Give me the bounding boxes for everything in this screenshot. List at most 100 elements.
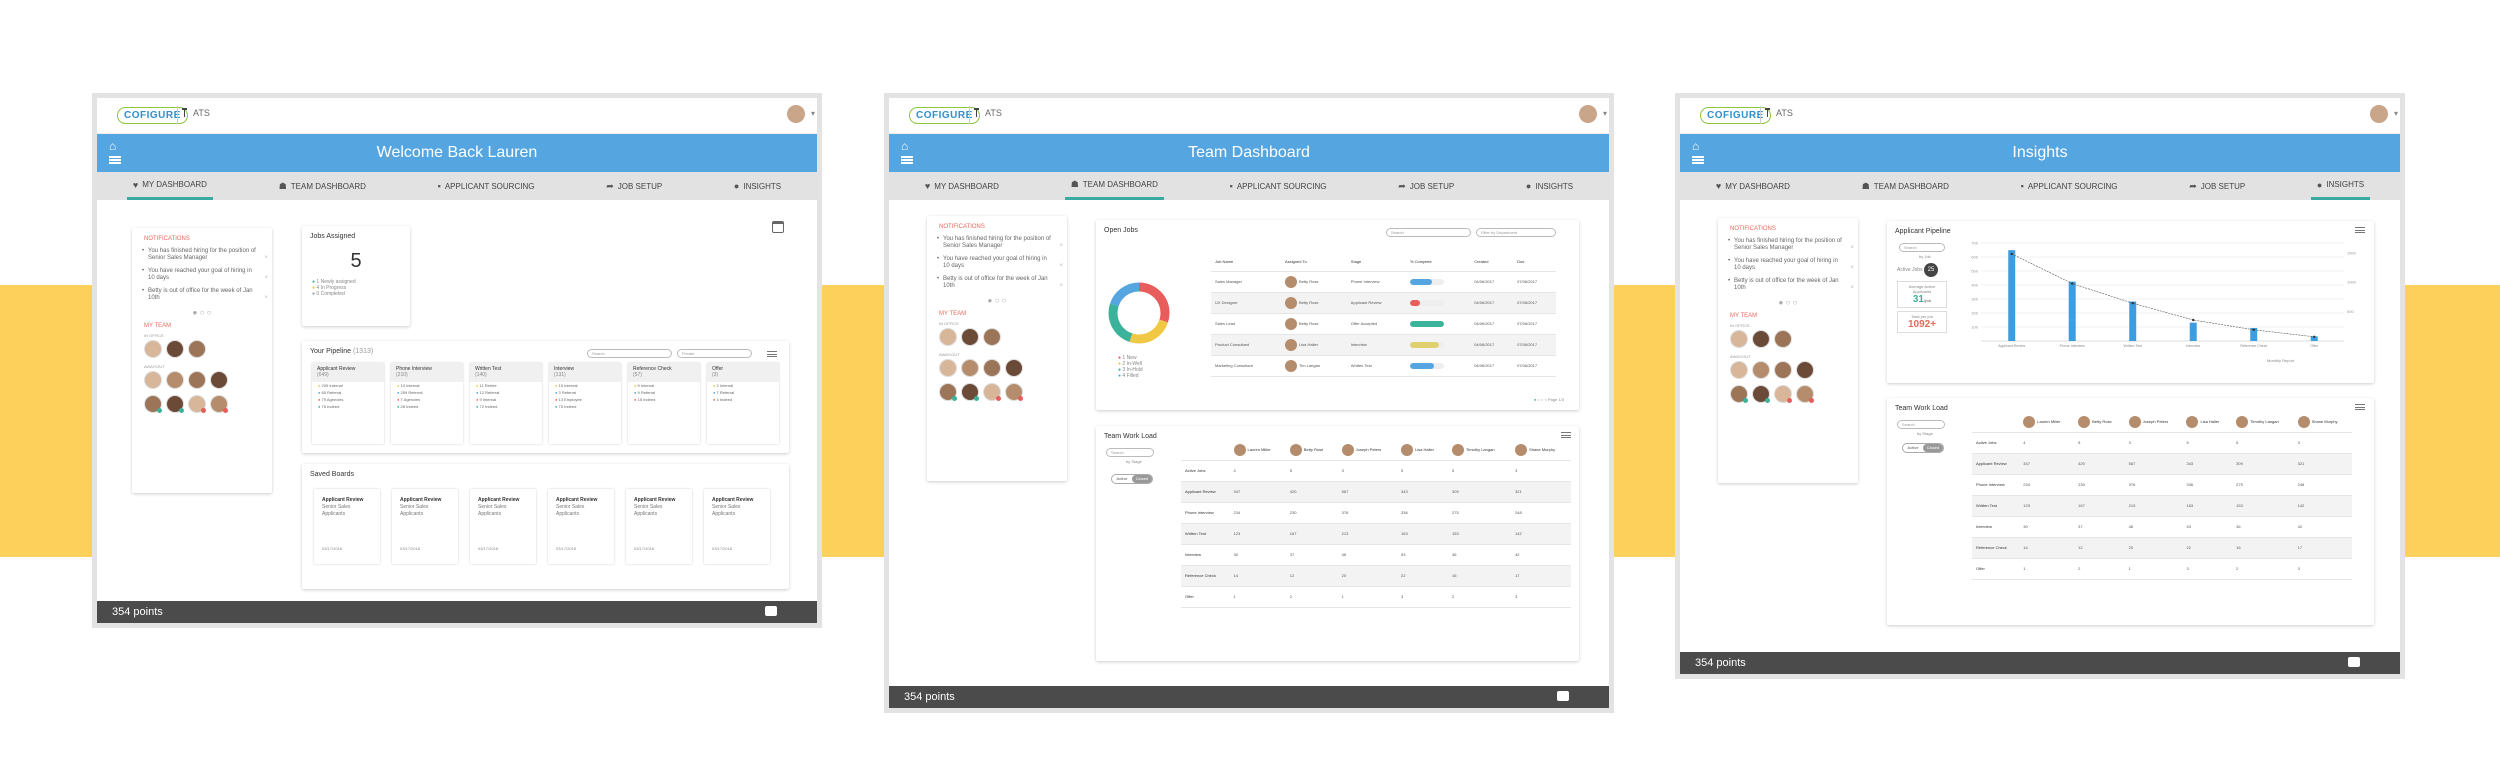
avatar[interactable]: [961, 328, 979, 346]
table-row[interactable]: Offer 1 2 1 3 2 3: [1972, 558, 2352, 580]
avatar[interactable]: [166, 340, 184, 358]
chat-icon[interactable]: [765, 606, 777, 616]
saved-board-card[interactable]: Applicant Review Senior Sales Applicants 0…: [392, 489, 458, 564]
table-row[interactable]: Phone Interview 234 230 376 336 275 248: [1972, 474, 2352, 496]
carousel-dots[interactable]: ● ○ ○: [1718, 298, 1858, 307]
saved-board-card[interactable]: Applicant Review Senior Sales Applicants 0…: [626, 489, 692, 564]
avatar[interactable]: [1774, 330, 1792, 348]
menu-icon[interactable]: [2355, 227, 2365, 233]
trend-point[interactable]: [2192, 318, 2195, 322]
tab-applicant-sourcing[interactable]: ▪ APPLICANT SOURCING: [2015, 172, 2124, 200]
view-by-stage[interactable]: by Stage: [1917, 431, 1933, 436]
user-avatar[interactable]: [787, 105, 805, 123]
avatar[interactable]: [1730, 330, 1748, 348]
chat-icon[interactable]: [2348, 657, 2360, 667]
avatar[interactable]: [1752, 330, 1770, 348]
person-column-header[interactable]: Lauren Miller: [2019, 413, 2075, 433]
toggle-active[interactable]: Active: [1903, 444, 1923, 452]
hamburger-menu-icon[interactable]: [1692, 156, 1704, 164]
pipeline-stage-card[interactable]: Reference Check (57) ● 9 Internal ● 9 Refer…: [628, 363, 700, 444]
avatar[interactable]: [188, 340, 206, 358]
avatar[interactable]: [1005, 359, 1023, 377]
trend-point[interactable]: [2252, 328, 2255, 331]
person-column-header[interactable]: Timothy Langan: [2232, 413, 2294, 433]
avatar[interactable]: [939, 359, 957, 377]
tab-insights[interactable]: ● INSIGHTS: [1520, 172, 1579, 200]
search-input[interactable]: Search: [1899, 243, 1945, 252]
notification-item[interactable]: You have reached your goal of hiring in …: [1728, 258, 1854, 272]
search-input[interactable]: Search: [587, 349, 672, 358]
tab-applicant-sourcing[interactable]: ▪ APPLICANT SOURCING: [1224, 172, 1333, 200]
tab-job-setup[interactable]: ➦ JOB SETUP: [2183, 172, 2251, 200]
notification-item[interactable]: You has finished hiring for the position…: [142, 248, 268, 262]
person-column-header[interactable]: Joseph Peters: [2124, 413, 2183, 433]
carousel-dots[interactable]: ● ○ ○: [927, 296, 1067, 305]
person-column-header[interactable]: Lisa Haller: [2182, 413, 2233, 433]
calendar-icon[interactable]: [772, 221, 784, 233]
tab-team-dashboard[interactable]: ☗ TEAM DASHBOARD: [1856, 172, 1955, 200]
notification-item[interactable]: You have reached your goal of hiring in …: [142, 268, 268, 282]
chat-icon[interactable]: [1557, 691, 1569, 701]
table-row[interactable]: Sales Manager Betty Rose Phone Interview 04…: [1211, 271, 1556, 293]
chevron-down-icon[interactable]: ▾: [1603, 109, 1607, 118]
pipeline-stage-card[interactable]: Applicant Review (649) ● 209 Internal ● 65 …: [312, 363, 384, 444]
col-job-name[interactable]: Job Name: [1211, 252, 1282, 272]
avatar[interactable]: [188, 371, 206, 389]
bar[interactable]: [2008, 250, 2016, 341]
menu-icon[interactable]: [767, 351, 777, 357]
tab-my-dashboard[interactable]: ♥ MY DASHBOARD: [126, 172, 213, 200]
view-by-stage[interactable]: by Stage: [1126, 459, 1142, 464]
tab-applicant-sourcing[interactable]: ▪ APPLICANT SOURCING: [432, 172, 541, 200]
tab-job-setup[interactable]: ➦ JOB SETUP: [600, 172, 668, 200]
home-icon[interactable]: ⌂: [109, 140, 116, 152]
trend-point[interactable]: [2313, 335, 2316, 338]
tab-job-setup[interactable]: ➦ JOB SETUP: [1392, 172, 1460, 200]
tab-insights[interactable]: ● INSIGHTS: [728, 172, 787, 200]
toggle-closed[interactable]: Closed: [1923, 444, 1943, 452]
chevron-down-icon[interactable]: ▾: [2394, 109, 2398, 118]
bar[interactable]: [2068, 281, 2076, 341]
search-input[interactable]: Search: [1106, 448, 1154, 457]
saved-board-card[interactable]: Applicant Review Senior Sales Applicants 0…: [704, 489, 770, 564]
pipeline-stage-card[interactable]: Phone Interview (210) ● 10 Internal ● 259 R…: [391, 363, 463, 444]
bar[interactable]: [2189, 322, 2197, 341]
tab-my-dashboard[interactable]: ♥ MY DASHBOARD: [1710, 172, 1796, 200]
pipeline-stage-card[interactable]: Offer (3) ● 2 Internal ● 7 Referral ● 4 Inde…: [707, 363, 779, 444]
col-created[interactable]: Created: [1470, 252, 1514, 272]
person-column-header[interactable]: Timothy Langan: [1448, 441, 1512, 461]
person-column-header[interactable]: Betty Rose: [1285, 441, 1338, 461]
avatar[interactable]: [1005, 383, 1023, 401]
notification-item[interactable]: You has finished hiring for the position…: [1728, 238, 1854, 252]
col-complete[interactable]: % Complete: [1405, 252, 1471, 272]
tab-team-dashboard[interactable]: ☗ TEAM DASHBOARD: [273, 172, 372, 200]
avatar[interactable]: [983, 328, 1001, 346]
home-icon[interactable]: ⌂: [901, 140, 908, 152]
toggle-closed[interactable]: Closed: [1132, 475, 1152, 483]
avatar[interactable]: [1730, 385, 1748, 403]
hamburger-menu-icon[interactable]: [901, 156, 913, 164]
table-row[interactable]: Written Test 123 167 213 163 153 142: [1181, 523, 1571, 545]
table-row[interactable]: Sales Lead Betty Rose Offer Accepted 04/06/…: [1211, 313, 1556, 335]
avatar[interactable]: [144, 395, 162, 413]
table-row[interactable]: Offer 1 2 1 3 2 3: [1181, 586, 1571, 608]
avatar[interactable]: [983, 359, 1001, 377]
menu-icon[interactable]: [2355, 404, 2365, 410]
tab-insights[interactable]: ● INSIGHTS: [2310, 172, 2371, 200]
table-row[interactable]: Active Jobs 4 5 3 5 5 3: [1181, 460, 1571, 482]
avatar[interactable]: [939, 328, 957, 346]
view-by-job[interactable]: by Job: [1919, 254, 1931, 259]
user-avatar[interactable]: [2370, 105, 2388, 123]
notification-item[interactable]: Betty is out of office for the week of J…: [142, 288, 268, 302]
filter-select[interactable]: Private: [677, 349, 752, 358]
notification-item[interactable]: Betty is out of office for the week of J…: [937, 276, 1063, 290]
active-closed-toggle[interactable]: Active Closed: [1111, 474, 1153, 484]
avatar[interactable]: [1796, 385, 1814, 403]
avatar[interactable]: [1796, 361, 1814, 379]
trend-point[interactable]: [2071, 282, 2074, 285]
notification-item[interactable]: You have reached your goal of hiring in …: [937, 256, 1063, 270]
table-row[interactable]: Active Jobs 4 5 3 5 5 3: [1972, 432, 2352, 454]
table-row[interactable]: Phone Interview 234 230 376 336 275 248: [1181, 502, 1571, 524]
table-row[interactable]: UX Designer Betty Rose Applicant Review 04/…: [1211, 292, 1556, 314]
pipeline-stage-card[interactable]: Written Test (140) ● 11 Rehire ● 12 Referra…: [470, 363, 542, 444]
avatar[interactable]: [961, 359, 979, 377]
